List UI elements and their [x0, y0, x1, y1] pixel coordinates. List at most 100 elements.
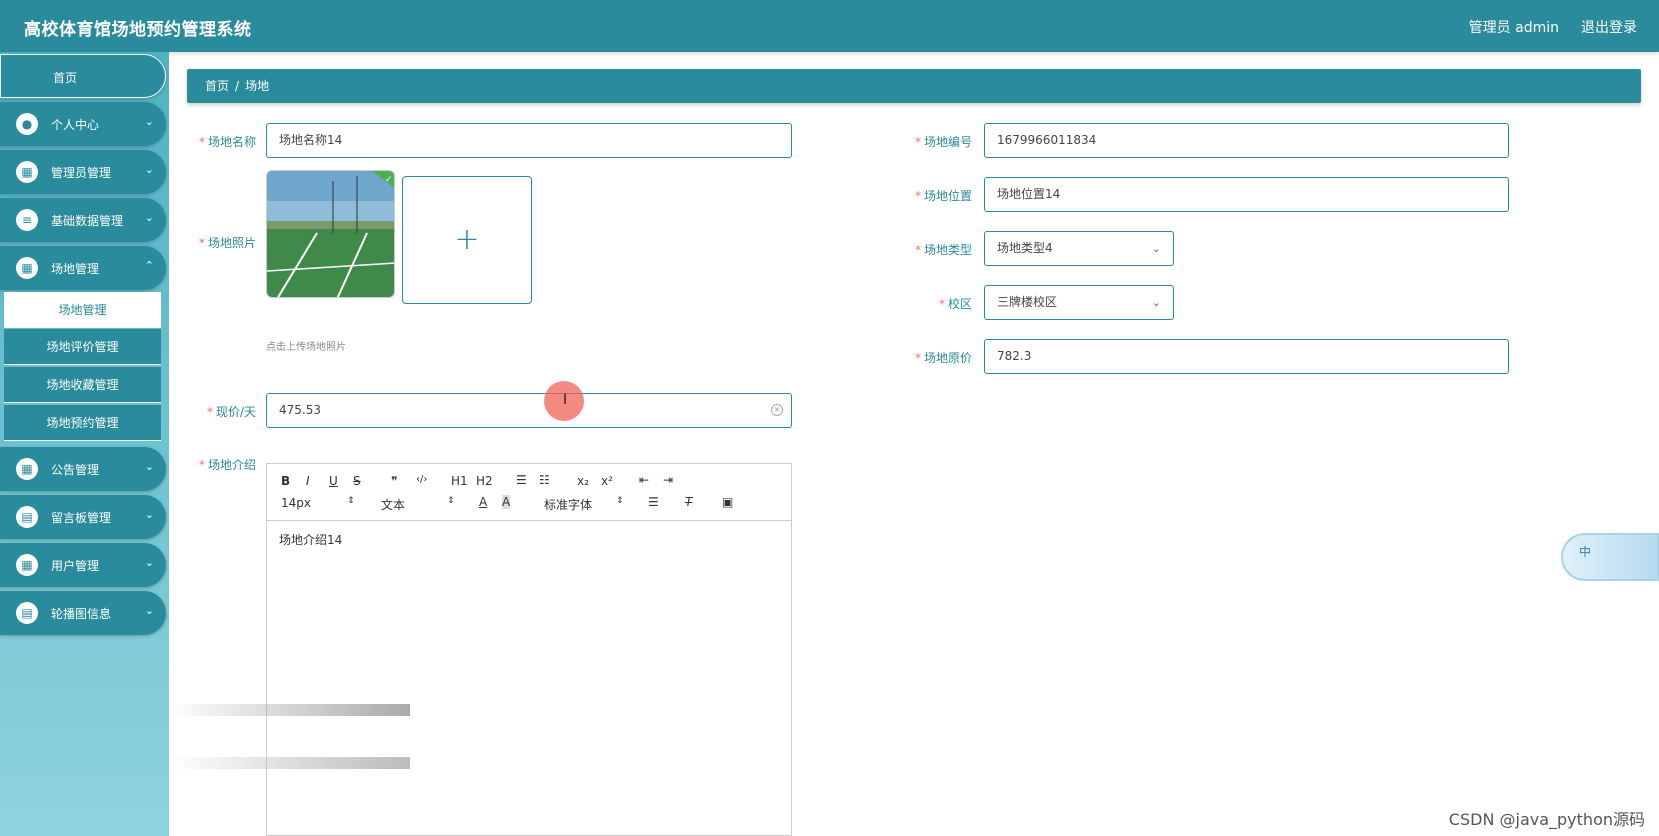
sidebar-item-venue-management[interactable]: ▦ 场地管理 ⌃ — [0, 246, 166, 290]
text-style-select[interactable]: 文本 — [381, 496, 405, 513]
subscript-button[interactable]: x₂ — [577, 474, 589, 488]
breadcrumb: 首页 / 场地 — [187, 69, 1641, 103]
venue-photo-label: * 场地照片 — [198, 236, 256, 250]
sidebar-item-user-management[interactable]: ▦ 用户管理 ⌄ — [0, 543, 166, 587]
chevron-down-icon: ⌄ — [144, 163, 154, 176]
chevron-down-icon: ⌄ — [144, 556, 154, 569]
font-size-select[interactable]: 14px — [281, 496, 311, 510]
sidebar-subitem-venue[interactable]: 场地管理 — [4, 292, 161, 328]
sidebar-item-label: 基础数据管理 — [51, 214, 124, 228]
editor-toolbar: B I U S ❞ ‹/› H1 H2 ☰ ☷ x₂ x² ⇤ ⇥ 14px ⇕… — [267, 464, 791, 521]
sidebar-subitem-venue-favorite[interactable]: 场地收藏管理 — [4, 367, 161, 403]
clipboard-icon: ▤ — [16, 602, 38, 624]
chevron-down-icon: ⌄ — [144, 460, 154, 473]
chevron-down-icon: ⌄ — [144, 115, 154, 128]
sidebar-item-base-data[interactable]: ≡ 基础数据管理 ⌄ — [0, 198, 166, 242]
campus-value: 三牌楼校区 — [997, 295, 1058, 309]
person-icon: ● — [16, 113, 38, 135]
underline-button[interactable]: U — [329, 474, 338, 488]
ordered-list-button[interactable]: ☰ — [516, 473, 527, 487]
venue-type-value: 场地类型4 — [997, 241, 1053, 255]
strike-button[interactable]: S — [353, 474, 361, 488]
background-color-icon[interactable]: A — [502, 495, 511, 509]
venue-type-label: * 场地类型 — [914, 243, 972, 257]
sidebar-item-personal-center[interactable]: ● 个人中心 ⌄ — [0, 102, 166, 146]
clear-icon[interactable]: × — [771, 404, 783, 416]
venue-name-input[interactable]: 场地名称14 — [266, 123, 792, 158]
venue-name-label: * 场地名称 — [198, 135, 256, 149]
sidebar-item-carousel[interactable]: ▤ 轮播图信息 ⌄ — [0, 591, 166, 635]
quote-button[interactable]: ❞ — [391, 474, 397, 488]
chevron-up-icon: ⌃ — [144, 259, 154, 272]
grid-icon: ▦ — [16, 554, 38, 576]
svg-text:✓: ✓ — [385, 175, 393, 185]
input-method-widget[interactable]: 中 — [1561, 533, 1659, 581]
grid-icon: ▦ — [16, 161, 38, 183]
campus-select[interactable]: 三牌楼校区 ⌄ — [984, 285, 1174, 320]
font-family-select[interactable]: 标准字体 — [544, 496, 592, 513]
outdent-button[interactable]: ⇤ — [639, 473, 649, 487]
price-per-day-label: * 现价/天 — [206, 405, 256, 419]
sidebar-item-label: 场地管理 — [51, 262, 100, 276]
sidebar-item-home[interactable]: 首页 — [0, 54, 166, 98]
venue-code-label: * 场地编号 — [914, 135, 972, 149]
logout-link[interactable]: 退出登录 — [1581, 17, 1637, 37]
watermark: CSDN @java_python源码 — [1448, 810, 1645, 829]
align-icon[interactable]: ☰ — [648, 495, 659, 509]
venue-type-select[interactable]: 场地类型4 ⌄ — [984, 231, 1174, 266]
sidebar-subitem-venue-booking[interactable]: 场地预约管理 — [4, 405, 161, 441]
blur-artifact — [170, 704, 410, 716]
chevron-down-icon: ⌄ — [1151, 296, 1161, 309]
code-button[interactable]: ‹/› — [416, 474, 427, 485]
venue-photo-thumbnail[interactable]: ✓ — [266, 170, 395, 298]
venue-code-input[interactable]: 1679966011834 — [984, 123, 1509, 158]
rich-text-editor[interactable]: B I U S ❞ ‹/› H1 H2 ☰ ☷ x₂ x² ⇤ ⇥ 14px ⇕… — [266, 463, 792, 836]
breadcrumb-home[interactable]: 首页 — [205, 79, 229, 93]
top-header: 高校体育馆场地预约管理系统 管理员 admin 退出登录 — [0, 0, 1659, 52]
widget-label: 中 — [1579, 545, 1592, 559]
campus-label: * 校区 — [938, 297, 972, 311]
h1-button[interactable]: H1 — [451, 474, 468, 488]
sidebar-item-label: 用户管理 — [51, 559, 100, 573]
venue-intro-label: * 场地介绍 — [198, 458, 256, 472]
upload-tip: 点击上传场地照片 — [266, 342, 346, 353]
blur-artifact — [170, 757, 410, 769]
upload-photo-button[interactable]: + — [402, 176, 532, 304]
price-per-day-value: 475.53 — [279, 403, 321, 417]
text-cursor-icon: I — [563, 392, 568, 408]
app-title: 高校体育馆场地预约管理系统 — [24, 20, 252, 40]
sidebar-subitem-venue-review[interactable]: 场地评价管理 — [4, 329, 161, 365]
price-per-day-input[interactable]: 475.53 × — [266, 393, 792, 428]
list-icon: ≡ — [16, 209, 38, 231]
sidebar-item-label: 管理员管理 — [51, 166, 112, 180]
editor-content[interactable]: 场地介绍14 — [267, 521, 791, 558]
sidebar-item-label: 留言板管理 — [51, 511, 112, 525]
sidebar-item-label: 首页 — [52, 71, 77, 85]
breadcrumb-separator: / — [235, 79, 240, 93]
chevron-down-icon: ⌄ — [144, 211, 154, 224]
sidebar-item-admin-management[interactable]: ▦ 管理员管理 ⌄ — [0, 150, 166, 194]
text-style-arrows-icon: ⇕ — [447, 496, 455, 506]
sidebar-item-label: 个人中心 — [51, 118, 100, 132]
font-family-arrows-icon: ⇕ — [616, 496, 624, 506]
font-color-icon[interactable]: A — [479, 495, 487, 509]
sidebar-item-label: 轮播图信息 — [51, 607, 112, 621]
chevron-down-icon: ⌄ — [1151, 242, 1161, 255]
sidebar: 首页 ● 个人中心 ⌄ ▦ 管理员管理 ⌄ ≡ 基础数据管理 ⌄ ▦ 场地管理 … — [0, 52, 169, 836]
superscript-button[interactable]: x² — [601, 474, 613, 488]
original-price-input[interactable]: 782.3 — [984, 339, 1509, 374]
clear-format-icon[interactable]: T̶ — [685, 495, 692, 509]
italic-button[interactable]: I — [306, 474, 310, 488]
sidebar-item-label: 公告管理 — [51, 463, 100, 477]
sidebar-item-message-board[interactable]: ▤ 留言板管理 ⌄ — [0, 495, 166, 539]
current-user-label: 管理员 admin — [1468, 20, 1559, 36]
venue-location-input[interactable]: 场地位置14 — [984, 177, 1509, 212]
image-icon[interactable]: ▣ — [722, 495, 733, 509]
bullet-list-button[interactable]: ☷ — [539, 473, 550, 487]
bold-button[interactable]: B — [281, 474, 290, 488]
sidebar-item-announcement[interactable]: ▦ 公告管理 ⌄ — [0, 447, 166, 491]
venue-location-label: * 场地位置 — [914, 189, 972, 203]
h2-button[interactable]: H2 — [476, 474, 493, 488]
indent-button[interactable]: ⇥ — [663, 473, 673, 487]
grid-icon: ▦ — [16, 458, 38, 480]
